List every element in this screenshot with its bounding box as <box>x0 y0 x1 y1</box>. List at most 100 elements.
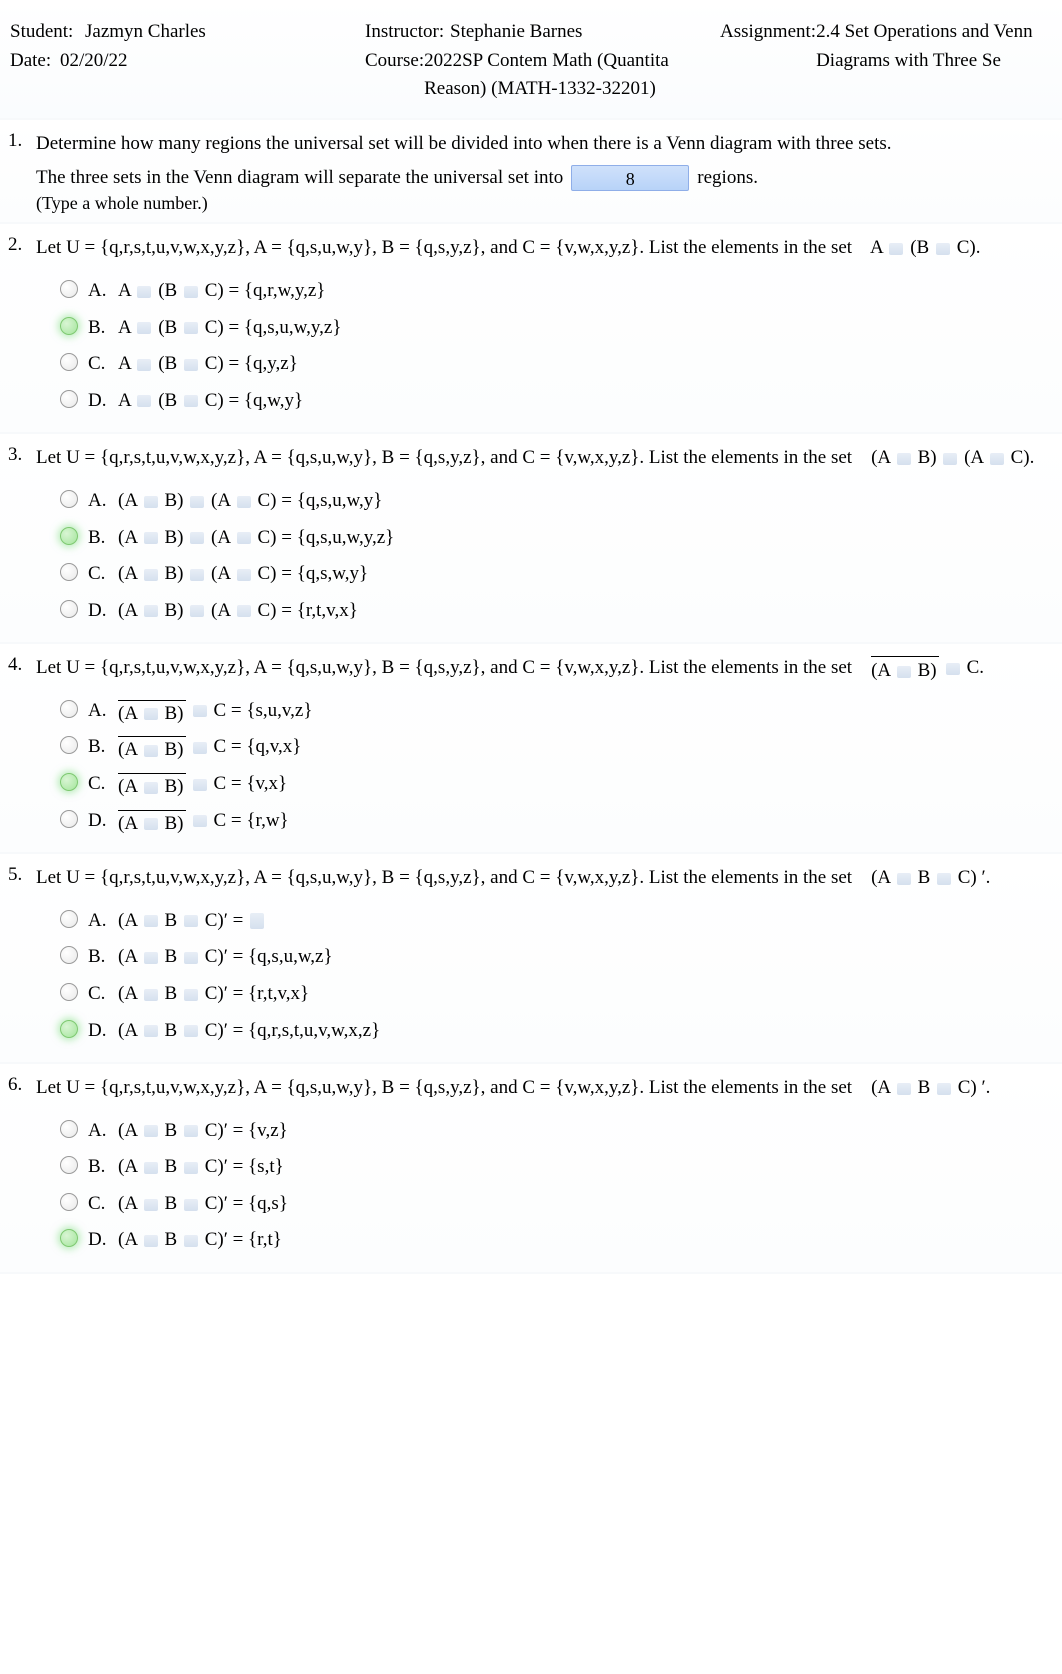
question-prompt: Let U = {q,r,s,t,u,v,w,x,y,z}, A = {q,s,… <box>36 864 1052 892</box>
set-operator-icon <box>144 818 158 830</box>
answer-text-after: regions. <box>697 163 758 193</box>
choice-text: A (B C) = {q,r,w,y,z} <box>118 278 1052 305</box>
prompt-seg: = {q,r,s,t,u,v,w,x,y,z}, A <box>85 1077 267 1098</box>
radio-icon[interactable] <box>60 1193 78 1211</box>
choice-option[interactable]: B.(A B C)′ = {s,t} <box>60 1154 1052 1181</box>
prompt-seg: B) <box>918 447 937 468</box>
choice-option[interactable]: C.(A B) (A C) = {q,s,w,y} <box>60 561 1052 588</box>
choice-letter: A. <box>88 1118 118 1145</box>
choice-option[interactable]: C.A (B C) = {q,y,z} <box>60 351 1052 378</box>
set-operator-icon <box>137 359 151 371</box>
radio-icon[interactable] <box>60 317 78 335</box>
choice-option[interactable]: D.(A B) (A C) = {r,t,v,x} <box>60 598 1052 625</box>
prompt-seg: = {q,r,s,t,u,v,w,x,y,z}, A <box>85 447 267 468</box>
set-operator-icon <box>190 605 204 617</box>
radio-icon[interactable] <box>60 390 78 408</box>
prompt-seg: (A <box>871 447 890 468</box>
radio-icon[interactable] <box>60 773 78 791</box>
choice-letter: A. <box>88 698 118 725</box>
question-number: 3. <box>8 444 36 634</box>
question-prompt: Let U = {q,r,s,t,u,v,w,x,y,z}, A = {q,s,… <box>36 1074 1052 1102</box>
radio-icon[interactable] <box>60 910 78 928</box>
choice-text: (A B) (A C) = {q,s,u,w,y} <box>118 488 1052 515</box>
prompt-seg: C. <box>967 657 984 678</box>
choice-letter: C. <box>88 561 118 588</box>
prompt-seg: = {q,s,y,z}, and C <box>399 447 535 468</box>
choice-option[interactable]: C.(A B C)′ = {q,s} <box>60 1191 1052 1218</box>
set-operator-icon <box>137 395 151 407</box>
choice-option[interactable]: D.(A B C)′ = {r,t} <box>60 1227 1052 1254</box>
instructor-label: Instructor: <box>365 18 450 47</box>
question-number: 1. <box>8 130 36 215</box>
choice-option[interactable]: D.(A B) C = {r,w} <box>60 808 1052 835</box>
choice-option[interactable]: B.A (B C) = {q,s,u,w,y,z} <box>60 315 1052 342</box>
set-operator-icon <box>184 1125 198 1137</box>
choice-option[interactable]: A.(A B) C = {s,u,v,z} <box>60 698 1052 725</box>
prompt-seg: = {q,s,y,z}, and C <box>399 657 535 678</box>
radio-icon[interactable] <box>60 700 78 718</box>
radio-icon[interactable] <box>60 353 78 371</box>
choice-letter: D. <box>88 1018 118 1045</box>
radio-icon[interactable] <box>60 527 78 545</box>
radio-icon[interactable] <box>60 1229 78 1247</box>
prompt-seg: = {q,s,u,w,y}, B <box>271 657 394 678</box>
radio-icon[interactable] <box>60 946 78 964</box>
choice-option[interactable]: D.(A B C)′ = {q,r,s,t,u,v,w,x,z} <box>60 1018 1052 1045</box>
prompt-seg: C) <box>958 1077 977 1098</box>
set-operator-icon <box>144 1235 158 1247</box>
prompt-seg: C). <box>1011 447 1035 468</box>
question-5: 5. Let U = {q,r,s,t,u,v,w,x,y,z}, A = {q… <box>0 854 1062 1064</box>
choice-text: (A B) C = {s,u,v,z} <box>118 698 1052 725</box>
question-1: 1. Determine how many regions the univer… <box>0 120 1062 225</box>
radio-icon[interactable] <box>60 490 78 508</box>
radio-icon[interactable] <box>60 1020 78 1038</box>
radio-icon[interactable] <box>60 736 78 754</box>
answer-input[interactable]: 8 <box>571 165 689 191</box>
set-operator-icon <box>943 453 957 465</box>
question-number: 2. <box>8 234 36 424</box>
prompt-seg: = {q,s,u,w,y}, B <box>271 867 394 888</box>
set-operator-icon <box>144 708 158 720</box>
choice-option[interactable]: A.(A B) (A C) = {q,s,u,w,y} <box>60 488 1052 515</box>
prompt-seg: = {v,w,x,y,z}. List the elements in the … <box>540 1077 852 1098</box>
complement-bar: (A B) <box>871 656 939 658</box>
prompt-seg: ′. <box>982 1077 991 1098</box>
question-4: 4. Let U = {q,r,s,t,u,v,w,x,y,z}, A = {q… <box>0 644 1062 854</box>
choice-option[interactable]: C.(A B) C = {v,x} <box>60 771 1052 798</box>
question-6: 6. Let U = {q,r,s,t,u,v,w,x,y,z}, A = {q… <box>0 1064 1062 1274</box>
assignment-page: Student: Jazmyn Charles Date: 02/20/22 I… <box>0 0 1062 1674</box>
choice-option[interactable]: A.(A B C)′ = <box>60 908 1052 935</box>
choice-letter: B. <box>88 944 118 971</box>
choice-text: (A B) (A C) = {q,s,u,w,y,z} <box>118 525 1052 552</box>
question-prompt: Let U = {q,r,s,t,u,v,w,x,y,z}, A = {q,s,… <box>36 234 1052 262</box>
prompt-seg: C) <box>958 867 977 888</box>
set-operator-icon <box>990 453 1004 465</box>
set-operator-icon <box>144 745 158 757</box>
student-label: Student: <box>10 18 85 47</box>
radio-icon[interactable] <box>60 600 78 618</box>
question-2: 2. Let U = {q,r,s,t,u,v,w,x,y,z}, A = {q… <box>0 224 1062 434</box>
radio-icon[interactable] <box>60 983 78 1001</box>
set-operator-icon <box>144 915 158 927</box>
choice-option[interactable]: B.(A B) C = {q,v,x} <box>60 734 1052 761</box>
choice-option[interactable]: C.(A B C)′ = {r,t,v,x} <box>60 981 1052 1008</box>
choice-option[interactable]: A.(A B C)′ = {v,z} <box>60 1118 1052 1145</box>
radio-icon[interactable] <box>60 810 78 828</box>
choice-text: A (B C) = {q,s,u,w,y,z} <box>118 315 1052 342</box>
choice-option[interactable]: B.(A B) (A C) = {q,s,u,w,y,z} <box>60 525 1052 552</box>
radio-icon[interactable] <box>60 1156 78 1174</box>
radio-icon[interactable] <box>60 1120 78 1138</box>
choice-text: (A B C)′ = {q,r,s,t,u,v,w,x,z} <box>118 1018 1052 1045</box>
prompt-seg: Let U <box>36 447 80 468</box>
set-operator-icon <box>184 395 198 407</box>
complement-bar: (A B) <box>118 700 186 702</box>
course-label: Course: <box>365 47 424 104</box>
choice-option[interactable]: A.A (B C) = {q,r,w,y,z} <box>60 278 1052 305</box>
set-operator-icon <box>144 782 158 794</box>
choice-list: A.(A B) C = {s,u,v,z} B.(A B) C = {q,v,x}… <box>36 698 1052 834</box>
choice-option[interactable]: B.(A B C)′ = {q,s,u,w,z} <box>60 944 1052 971</box>
radio-icon[interactable] <box>60 563 78 581</box>
question-number: 4. <box>8 654 36 844</box>
choice-option[interactable]: D.A (B C) = {q,w,y} <box>60 388 1052 415</box>
radio-icon[interactable] <box>60 280 78 298</box>
